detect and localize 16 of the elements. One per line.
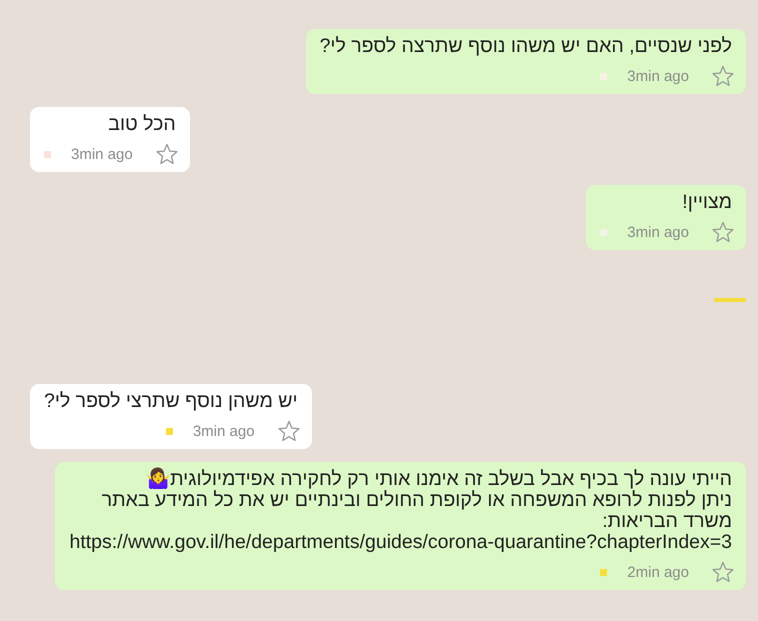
- message-text: לפני שנסיים, האם יש משהו נוסף שתרצה לספר לי?: [320, 36, 733, 57]
- star-icon[interactable]: [711, 560, 735, 584]
- marker-bar: [714, 298, 746, 302]
- message-text: יש משהן נוסף שתרצי לספר לי?: [44, 391, 299, 412]
- message-text: מצויין!: [681, 192, 733, 213]
- timestamp: 3min ago: [71, 146, 133, 162]
- star-icon[interactable]: [711, 64, 735, 88]
- timestamp: 3min ago: [192, 422, 255, 440]
- message-text: הייתי עונה לך בכיף אבל בשלב זה אימנו אותי רק לחקירה אפידמיולוגית🤷‍♀ ניתן לפנות לרופא המשפחה או לקופת החולים ובינתיים יש את כל המידע באתר משרד הבריאות: https://www.gov.il/he/departments/guides/corona-quarantine?chapterIndex=3: [69, 469, 733, 553]
- star-icon[interactable]: [711, 220, 735, 244]
- star-icon[interactable]: [276, 419, 301, 443]
- timestamp: 3min ago: [627, 224, 689, 240]
- star-icon[interactable]: [154, 142, 179, 166]
- timestamp: 2min ago: [627, 564, 689, 580]
- message-text: הכל טוב: [107, 114, 177, 135]
- timestamp: 3min ago: [627, 68, 689, 84]
